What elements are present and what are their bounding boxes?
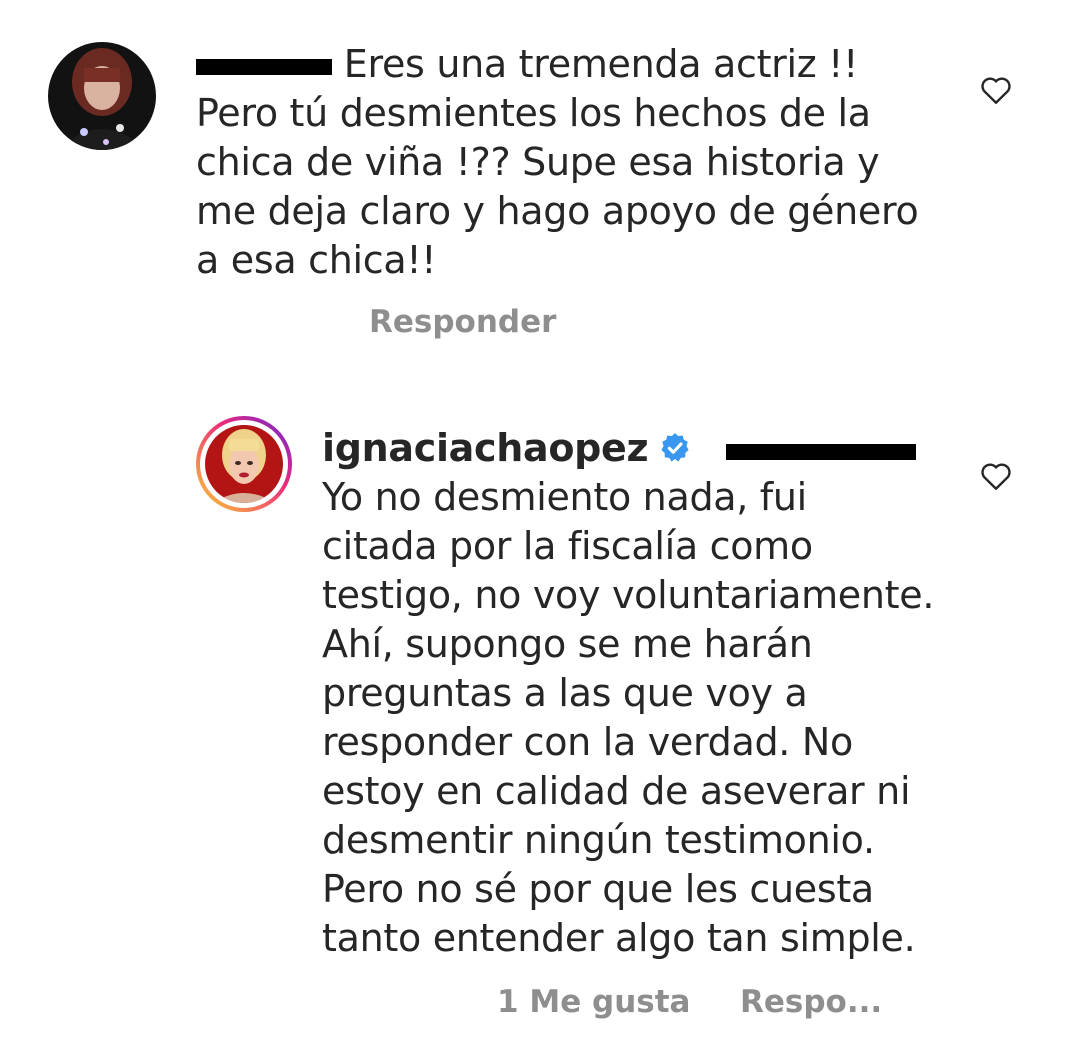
avatar[interactable] [48, 42, 156, 150]
reply-text-line: Pero no sé por que les cuesta [322, 867, 874, 911]
reply-text-line: Yo no desmiento nada, fui [322, 475, 807, 519]
comment-text-line: Pero tú desmientes los hechos de la [196, 91, 871, 135]
reply-text-line: testigo, no voy voluntariamente. [322, 573, 935, 617]
comment-text-line: Eres una tremenda actriz !! [343, 42, 859, 86]
reply-text-line: tanto entender algo tan simple. [322, 916, 916, 960]
reply-text-line: estoy en calidad de aseverar ni [322, 769, 911, 813]
likes-count[interactable]: 1 Me gusta [497, 984, 690, 1020]
reply-button[interactable]: Responder [369, 304, 556, 340]
reply-text-line: preguntas a las que voy a [322, 671, 808, 715]
comment-body: Eres una tremenda actriz !! Pero tú desm… [196, 40, 936, 285]
comment-text-line: me deja claro y hago apoyo de género [196, 189, 919, 233]
avatar-story-ring[interactable] [196, 416, 292, 512]
avatar-image [48, 42, 156, 150]
reply-text-line: responder con la verdad. No [322, 720, 853, 764]
username[interactable]: ignaciachaopez [322, 426, 649, 470]
reply-button[interactable]: Respo... [740, 984, 882, 1020]
avatar-image [205, 425, 283, 503]
username-redacted[interactable] [196, 42, 332, 86]
mention-redacted[interactable] [726, 436, 917, 466]
comment-line-1: Eres una tremenda actriz !! [196, 40, 936, 89]
heart-outline-icon[interactable] [977, 72, 1015, 108]
reply-text-line: Ahí, supongo se me harán [322, 622, 813, 666]
reply-text-line: desmentir ningún testimonio. [322, 818, 875, 862]
comment-text-line: a esa chica!! [196, 238, 437, 282]
verified-badge-icon [661, 433, 689, 462]
reply-text-line: citada por la fiscalía como [322, 524, 813, 568]
heart-outline-icon[interactable] [977, 458, 1015, 494]
comment-text-line: chica de viña !?? Supe esa historia y [196, 140, 880, 184]
reply-header-line: ignaciachaopez [322, 424, 962, 473]
reply-body: ignaciachaopez Yo no desmiento nada, fui… [322, 424, 962, 963]
